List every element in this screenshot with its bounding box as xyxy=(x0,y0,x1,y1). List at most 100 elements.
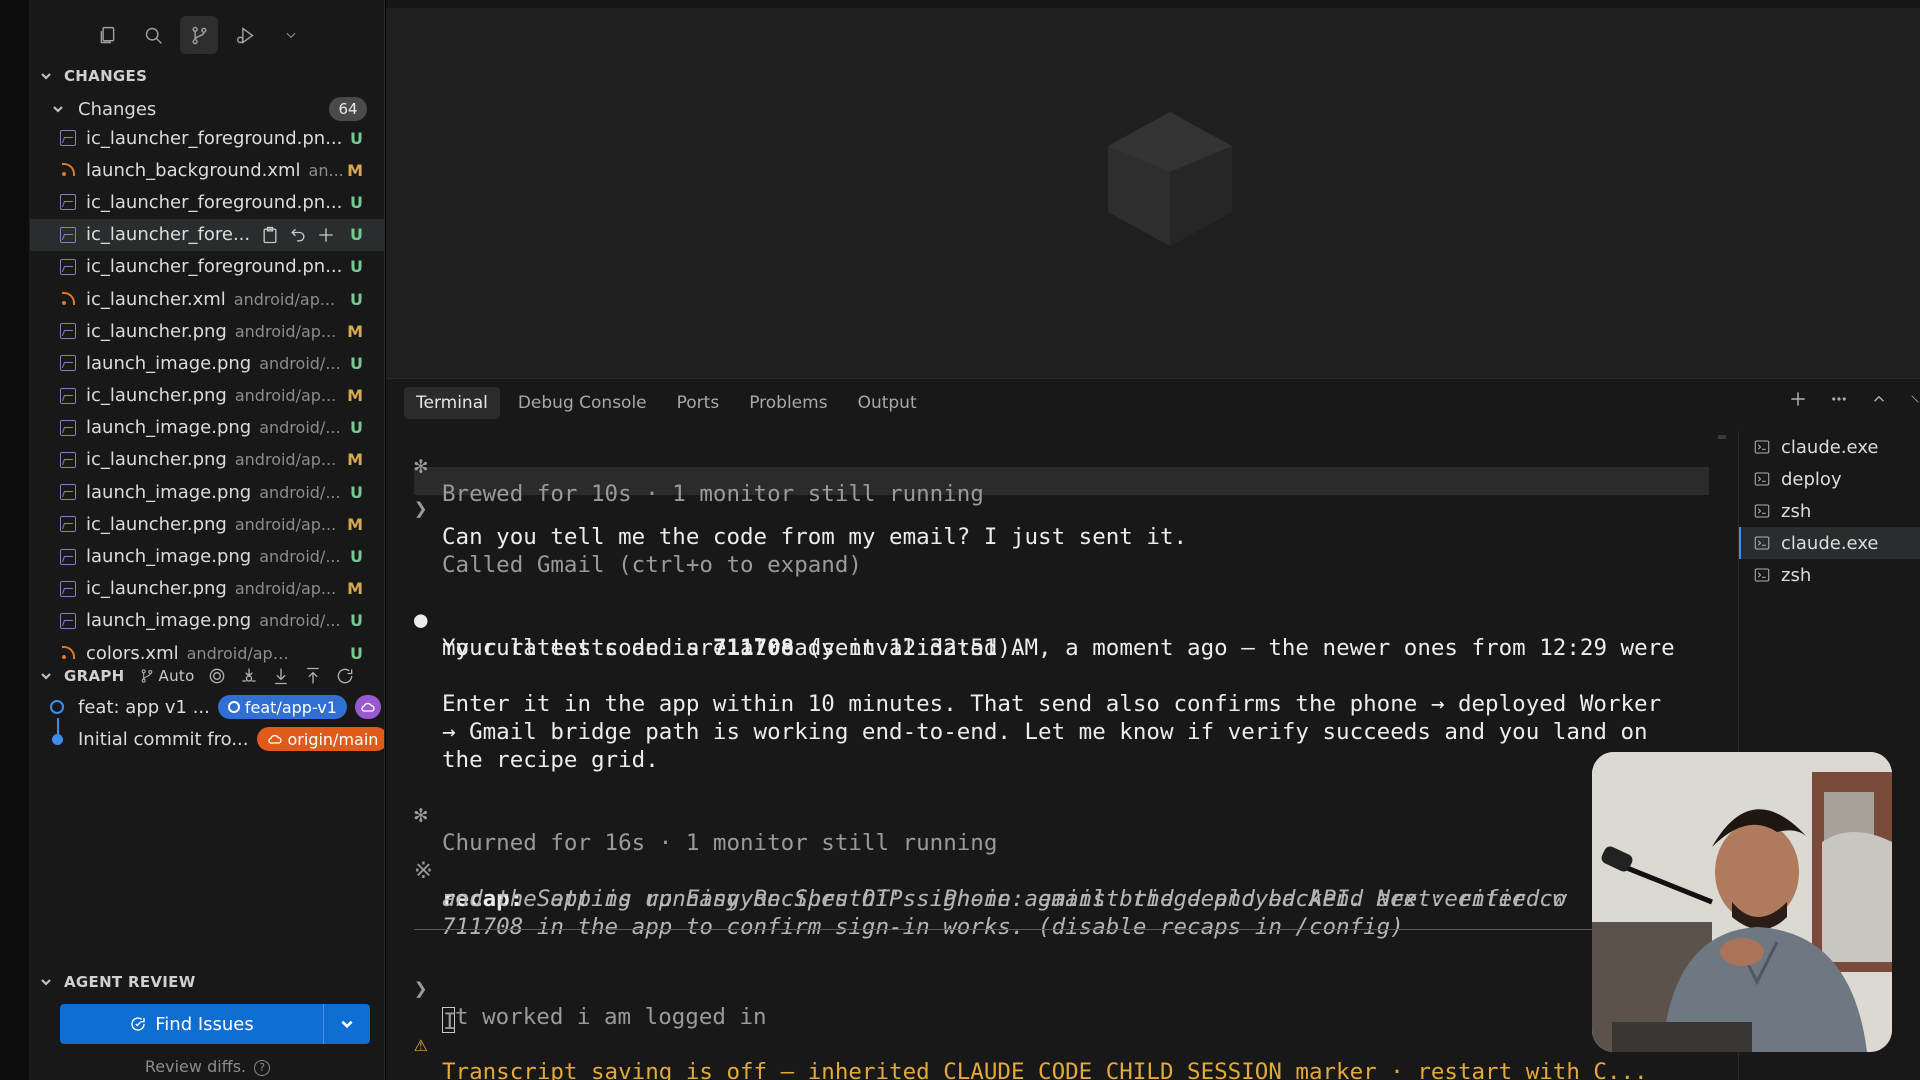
recap-text: and the app is running on Shruthi's iPho… xyxy=(442,886,1567,912)
warning-icon: ⚠ xyxy=(414,1031,428,1057)
auto-branch-toggle[interactable]: Auto xyxy=(139,667,195,685)
maximize-panel-icon[interactable] xyxy=(1870,390,1888,408)
changes-section-title: CHANGES xyxy=(64,67,148,85)
terminal-list-item[interactable]: zsh xyxy=(1739,495,1920,527)
commit-message: feat: app v1 ... xyxy=(78,696,210,718)
changes-group-label: Changes xyxy=(78,98,157,120)
terminal-output[interactable]: ✻ Brewed for 10s · 1 monitor still runni… xyxy=(414,431,1714,1080)
push-icon[interactable] xyxy=(303,666,323,686)
file-name: ic_launcher.png xyxy=(86,320,227,342)
changed-file-row[interactable]: ic_launcher_foreground.pn... U xyxy=(30,186,384,218)
fetch-icon[interactable] xyxy=(239,666,259,686)
changed-file-row[interactable]: ic_launcher.png android/ap... M xyxy=(30,380,384,412)
changed-file-row[interactable]: ic_launcher_fore... U xyxy=(30,218,384,251)
graph-commit-row[interactable]: feat: app v1 ... feat/app-v1 xyxy=(30,692,384,722)
file-name: launch_background.xml xyxy=(86,159,301,181)
open-file-icon[interactable] xyxy=(260,225,280,245)
graph-commit-row[interactable]: Initial commit fro... origin/main xyxy=(30,724,384,754)
file-name: launch_image.png xyxy=(86,352,252,374)
changed-file-row[interactable]: ic_launcher.png android/ap... M xyxy=(30,573,384,605)
changed-file-row[interactable]: launch_image.png android/... U xyxy=(30,540,384,572)
refresh-icon[interactable] xyxy=(335,666,355,686)
find-issues-button[interactable]: Find Issues xyxy=(60,1004,324,1044)
file-path: android/ap... xyxy=(234,386,337,406)
terminal-list-item[interactable]: claude.exe xyxy=(1739,527,1920,559)
file-status-badge: M xyxy=(347,450,363,470)
run-debug-button[interactable] xyxy=(226,16,264,54)
changed-file-row[interactable]: ic_launcher.png android/ap... M xyxy=(30,508,384,540)
file-status-badge: U xyxy=(350,611,363,631)
image-icon xyxy=(60,419,76,436)
recap-text: 711708 in the app to confirm sign-in wor… xyxy=(442,914,1404,940)
changed-file-row[interactable]: launch_image.png android/... U xyxy=(30,412,384,444)
changed-file-row[interactable]: launch_image.png android/... U xyxy=(30,605,384,637)
new-terminal-icon[interactable] xyxy=(1788,389,1808,409)
app-logo-icon xyxy=(1108,112,1232,246)
discard-icon[interactable] xyxy=(288,225,308,245)
changed-file-row[interactable]: ic_launcher.png android/ap... M xyxy=(30,444,384,476)
stage-icon[interactable] xyxy=(316,225,336,245)
terminal-list-item[interactable]: zsh xyxy=(1739,559,1920,591)
tab-debug-console[interactable]: Debug Console xyxy=(506,387,659,419)
file-path: android/ap... xyxy=(234,321,337,341)
sidebar: CHANGES Changes 64 ic_launcher_foregroun… xyxy=(30,0,385,1080)
file-name: launch_image.png xyxy=(86,417,252,439)
changes-group[interactable]: Changes 64 xyxy=(30,94,384,124)
source-control-button[interactable] xyxy=(180,16,218,54)
graph-section-header[interactable]: GRAPH Auto xyxy=(30,662,384,690)
changed-file-row[interactable]: ic_launcher.png android/ap... M xyxy=(30,315,384,347)
file-name: ic_launcher.png xyxy=(86,578,227,600)
file-path: android/ap... xyxy=(234,579,337,599)
remote-branch-pill[interactable]: origin/main xyxy=(256,727,384,751)
refresh-icon xyxy=(131,1017,145,1031)
file-name: ic_launcher.xml xyxy=(86,288,226,310)
close-panel-icon[interactable] xyxy=(1910,390,1920,408)
tab-ports[interactable]: Ports xyxy=(665,387,732,419)
agent-review-section-header[interactable]: AGENT REVIEW xyxy=(30,968,384,996)
find-issues-split-button: Find Issues xyxy=(60,1004,370,1044)
terminal-list-item[interactable]: claude.exe xyxy=(1739,431,1920,463)
window-edge xyxy=(0,0,30,1080)
graph-section-title: GRAPH xyxy=(64,667,125,685)
terminal-list-label: zsh xyxy=(1781,500,1812,522)
source-control-icon xyxy=(192,26,207,44)
rss-icon xyxy=(60,291,76,307)
tab-problems[interactable]: Problems xyxy=(737,387,839,419)
file-status-badge: U xyxy=(350,289,363,309)
explorer-button[interactable] xyxy=(88,16,126,54)
file-name: ic_launcher_foreground.pn... xyxy=(86,127,343,149)
changed-file-row[interactable]: launch_image.png android/... U xyxy=(30,476,384,508)
find-issues-label: Find Issues xyxy=(155,1013,254,1035)
commit-message: Initial commit fro... xyxy=(78,728,249,750)
chevron-down-icon xyxy=(40,670,52,682)
file-name: ic_launcher.png xyxy=(86,449,227,471)
review-diffs-hint: Review diffs.? xyxy=(30,1057,384,1076)
file-name: colors.xml xyxy=(86,642,179,664)
changed-file-row[interactable]: ic_launcher.xml android/ap... U xyxy=(30,283,384,315)
branch-pill[interactable]: feat/app-v1 xyxy=(217,695,347,719)
changes-section-header[interactable]: CHANGES xyxy=(30,62,384,90)
terminal-scrollbar[interactable] xyxy=(1718,435,1726,439)
file-path: android/... xyxy=(259,482,341,502)
help-icon[interactable]: ? xyxy=(254,1060,271,1076)
tab-terminal[interactable]: Terminal xyxy=(404,387,500,419)
image-icon xyxy=(60,387,76,404)
more-views-button[interactable] xyxy=(272,16,310,54)
file-status-badge: U xyxy=(350,643,363,663)
remote-branch-label: origin/main xyxy=(287,729,379,749)
terminal-icon xyxy=(1754,472,1770,486)
target-icon[interactable] xyxy=(207,666,227,686)
changed-file-row[interactable]: ic_launcher_foreground.pn... U xyxy=(30,251,384,283)
terminal-list-item[interactable]: deploy xyxy=(1739,463,1920,495)
more-icon[interactable] xyxy=(1830,390,1848,408)
review-diffs-text: Review diffs. xyxy=(144,1057,247,1076)
search-icon xyxy=(145,27,162,44)
search-button[interactable] xyxy=(134,16,172,54)
chevron-right-icon: ❯ xyxy=(414,496,428,522)
changed-file-row[interactable]: launch_image.png android/... U xyxy=(30,347,384,379)
pull-icon[interactable] xyxy=(271,666,291,686)
find-issues-dropdown[interactable] xyxy=(324,1017,370,1031)
changed-file-row[interactable]: launch_background.xml an... M xyxy=(30,154,384,186)
tab-output[interactable]: Output xyxy=(846,387,929,419)
changed-file-row[interactable]: ic_launcher_foreground.pn... U xyxy=(30,122,384,154)
